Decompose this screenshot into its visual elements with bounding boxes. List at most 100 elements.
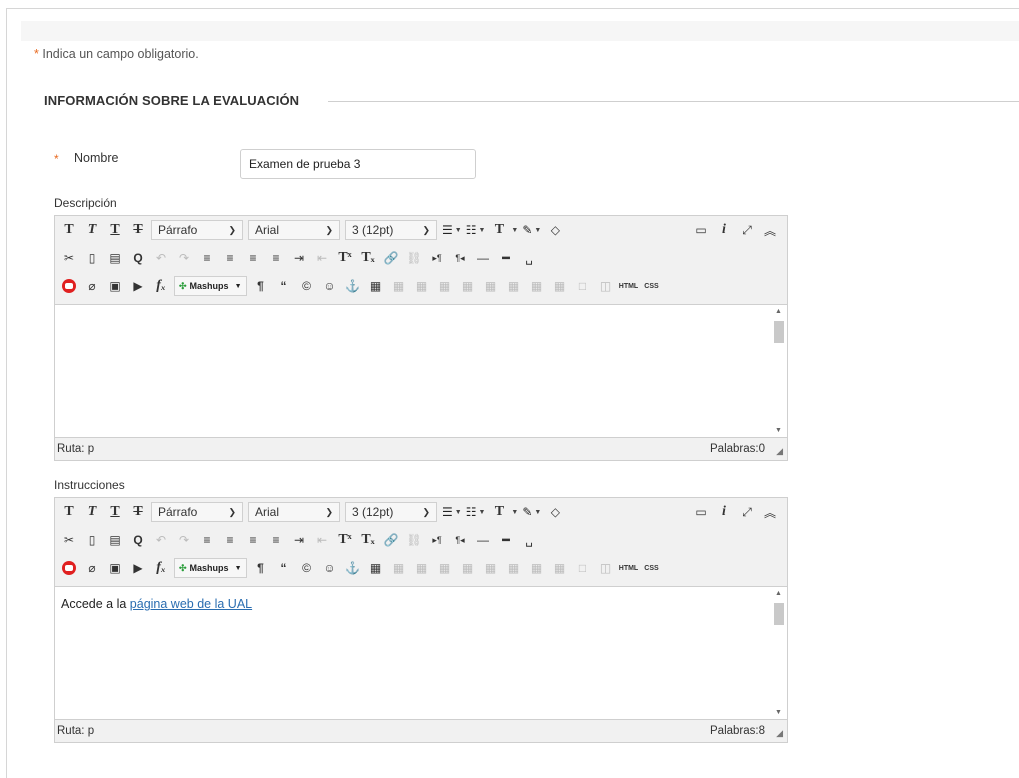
paragraph-icon[interactable]: ¶: [251, 558, 271, 578]
table-merge-icon[interactable]: ▦: [527, 276, 547, 296]
horizontal-rule-icon[interactable]: —: [473, 530, 493, 550]
image-icon[interactable]: ▣: [105, 276, 125, 296]
table-delete-row-icon[interactable]: ▦: [435, 276, 455, 296]
size-select[interactable]: 3 (12pt) ❯: [345, 220, 437, 240]
align-right-icon[interactable]: ≡: [243, 530, 263, 550]
link-icon[interactable]: 🔗: [381, 530, 401, 550]
attachment-icon[interactable]: ⌀: [82, 276, 102, 296]
table-delete-col-icon[interactable]: ▦: [504, 276, 524, 296]
text-color-button[interactable]: T ▼: [489, 220, 519, 240]
youtube-icon[interactable]: [59, 276, 79, 296]
scroll-thumb[interactable]: [774, 603, 784, 625]
scroll-up-icon[interactable]: ▲: [775, 308, 782, 315]
scrollbar[interactable]: ▲ ▼: [771, 305, 787, 437]
horizontal-rule-icon[interactable]: —: [473, 248, 493, 268]
emoticon-icon[interactable]: ☺: [320, 276, 340, 296]
thick-rule-icon[interactable]: ━: [496, 248, 516, 268]
info-icon[interactable]: i: [714, 220, 734, 240]
preview-icon[interactable]: ▭: [691, 220, 711, 240]
fullscreen-icon[interactable]: ⤢: [737, 502, 757, 522]
align-justify-icon[interactable]: ≡: [266, 530, 286, 550]
scrollbar[interactable]: ▲ ▼: [771, 587, 787, 719]
image-icon[interactable]: ▣: [105, 558, 125, 578]
redo-icon[interactable]: ↷: [174, 530, 194, 550]
find-icon[interactable]: Q: [128, 248, 148, 268]
bold-button[interactable]: T: [59, 502, 79, 522]
rtl-icon[interactable]: ¶◂: [450, 248, 470, 268]
table-col-after-icon[interactable]: ▦: [481, 558, 501, 578]
unlink-icon[interactable]: ⛓: [404, 530, 424, 550]
quote-icon[interactable]: “: [274, 558, 294, 578]
find-icon[interactable]: Q: [128, 530, 148, 550]
ltr-icon[interactable]: ▸¶: [427, 530, 447, 550]
media-icon[interactable]: ▶: [128, 276, 148, 296]
table-row-before-icon[interactable]: ▦: [389, 276, 409, 296]
table-row-after-icon[interactable]: ▦: [412, 558, 432, 578]
redo-icon[interactable]: ↷: [174, 248, 194, 268]
description-content-area[interactable]: ▲ ▼: [55, 304, 787, 438]
undo-icon[interactable]: ↶: [151, 248, 171, 268]
resize-grip-icon[interactable]: ◢: [776, 446, 783, 457]
mashups-button[interactable]: ✣ Mashups ▼: [174, 276, 247, 296]
table-cell-icon[interactable]: □: [573, 558, 593, 578]
link-icon[interactable]: 🔗: [381, 248, 401, 268]
font-select[interactable]: Arial ❯: [248, 220, 340, 240]
collapse-toolbar-icon[interactable]: ︽: [760, 220, 780, 240]
table-row-before-icon[interactable]: ▦: [389, 558, 409, 578]
text-color-button[interactable]: T ▼: [489, 502, 519, 522]
ltr-icon[interactable]: ▸¶: [427, 248, 447, 268]
table-merge-icon[interactable]: ▦: [527, 558, 547, 578]
table-props-icon[interactable]: ◫: [596, 558, 616, 578]
table-col-before-icon[interactable]: ▦: [458, 276, 478, 296]
formula-icon[interactable]: fₓ: [151, 276, 171, 296]
css-button[interactable]: CSS: [642, 276, 662, 296]
copy-icon[interactable]: ▯: [82, 530, 102, 550]
superscript-icon[interactable]: Tˣ: [335, 248, 355, 268]
align-justify-icon[interactable]: ≡: [266, 248, 286, 268]
scroll-up-icon[interactable]: ▲: [775, 590, 782, 597]
table-delete-col-icon[interactable]: ▦: [504, 558, 524, 578]
font-select[interactable]: Arial ❯: [248, 502, 340, 522]
align-left-icon[interactable]: ≡: [197, 248, 217, 268]
superscript-icon[interactable]: Tˣ: [335, 530, 355, 550]
rtl-icon[interactable]: ¶◂: [450, 530, 470, 550]
info-icon[interactable]: i: [714, 502, 734, 522]
instructions-content-area[interactable]: Accede a la página web de la UAL ▲ ▼: [55, 586, 787, 720]
outdent-icon[interactable]: ⇤: [312, 530, 332, 550]
copy-icon[interactable]: ▯: [82, 248, 102, 268]
fullscreen-icon[interactable]: ⤢: [737, 220, 757, 240]
paragraph-icon[interactable]: ¶: [251, 276, 271, 296]
indent-icon[interactable]: ⇥: [289, 248, 309, 268]
eraser-icon[interactable]: ◇: [545, 220, 565, 240]
quote-icon[interactable]: “: [274, 276, 294, 296]
cut-icon[interactable]: ✂: [59, 530, 79, 550]
table-split-icon[interactable]: ▦: [550, 558, 570, 578]
nonbreaking-space-icon[interactable]: ␣: [519, 530, 539, 550]
highlight-button[interactable]: ✎ ▼: [522, 223, 541, 237]
resize-grip-icon[interactable]: ◢: [776, 728, 783, 739]
format-select[interactable]: Párrafo ❯: [151, 502, 243, 522]
indent-icon[interactable]: ⇥: [289, 530, 309, 550]
bullet-list-button[interactable]: ☰ ▼: [442, 505, 462, 519]
anchor-icon[interactable]: ⚓: [343, 276, 363, 296]
scroll-down-icon[interactable]: ▼: [775, 427, 782, 434]
highlight-button[interactable]: ✎ ▼: [522, 505, 541, 519]
ual-website-link[interactable]: página web de la UAL: [130, 597, 252, 611]
table-split-icon[interactable]: ▦: [550, 276, 570, 296]
copyright-icon[interactable]: ©: [297, 558, 317, 578]
formula-icon[interactable]: fₓ: [151, 558, 171, 578]
strikethrough-button[interactable]: T: [128, 502, 148, 522]
outdent-icon[interactable]: ⇤: [312, 248, 332, 268]
strikethrough-button[interactable]: T: [128, 220, 148, 240]
underline-button[interactable]: T: [105, 220, 125, 240]
nonbreaking-space-icon[interactable]: ␣: [519, 248, 539, 268]
align-right-icon[interactable]: ≡: [243, 248, 263, 268]
preview-icon[interactable]: ▭: [691, 502, 711, 522]
table-delete-row-icon[interactable]: ▦: [435, 558, 455, 578]
align-center-icon[interactable]: ≡: [220, 248, 240, 268]
underline-button[interactable]: T: [105, 502, 125, 522]
html-button[interactable]: HTML: [619, 558, 639, 578]
unlink-icon[interactable]: ⛓: [404, 248, 424, 268]
name-input[interactable]: [240, 149, 476, 179]
format-select[interactable]: Párrafo ❯: [151, 220, 243, 240]
